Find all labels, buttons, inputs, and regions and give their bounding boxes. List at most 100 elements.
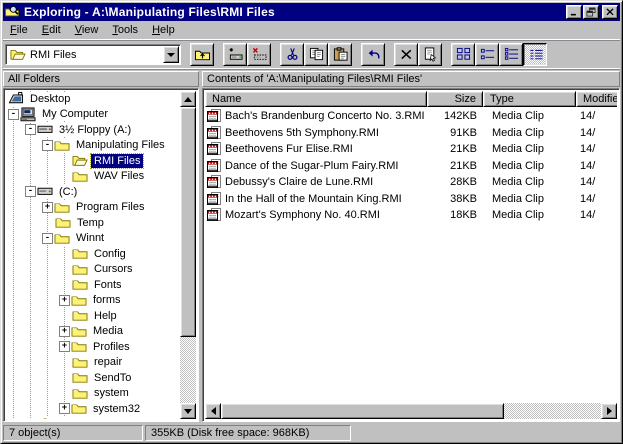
collapse-minus-icon[interactable]: - [8, 109, 19, 120]
view-list-button[interactable] [499, 43, 523, 66]
collapse-minus-icon[interactable]: - [42, 140, 53, 151]
map-network-drive-button[interactable] [223, 43, 247, 66]
file-row-bach-s-brandenburg-concerto-no-3-rmi[interactable]: Bach's Brandenburg Concerto No. 3.RMI142… [205, 108, 617, 125]
tree-item-label[interactable]: My Computer [39, 107, 111, 121]
list-horizontal-scrollbar[interactable] [205, 403, 617, 419]
tree-item-media[interactable]: + Media [6, 324, 180, 340]
tree-item-label[interactable]: Program Files [73, 200, 147, 214]
file-row-mozart-s-symphony-no-40-rmi[interactable]: Mozart's Symphony No. 40.RMI18KBMedia Cl… [205, 207, 617, 224]
tree-item-rmi-files[interactable]: RMI Files [6, 153, 180, 169]
tree-item-program-files[interactable]: +Program Files [6, 200, 180, 216]
file-name[interactable]: Dance of the Sugar-Plum Fairy.RMI [225, 160, 398, 172]
tree-item-label[interactable]: Manipulating Files [73, 138, 168, 152]
tree-item-manipulating-files[interactable]: - Manipulating Files [6, 138, 180, 154]
tree-item-c[interactable]: - (C:) [6, 184, 180, 200]
tree-item-label[interactable]: RMI Files [91, 154, 143, 168]
column-header-type[interactable]: Type [483, 91, 576, 107]
tree-item-winnt[interactable]: - Winnt [6, 231, 180, 247]
undo-button[interactable] [361, 43, 385, 66]
delete-button[interactable] [394, 43, 418, 66]
tree-item-3-floppy-a[interactable]: - 3½ Floppy (A:) [6, 122, 180, 138]
file-name-cell[interactable]: Bach's Brandenburg Concerto No. 3.RMI [205, 109, 427, 123]
menu-tools[interactable]: Tools [105, 22, 145, 38]
file-row-debussy-s-claire-de-lune-rmi[interactable]: Debussy's Claire de Lune.RMI28KBMedia Cl… [205, 174, 617, 191]
menu-file[interactable]: File [3, 22, 35, 38]
tree-item-label[interactable]: Profiles [90, 340, 133, 354]
tree-item-cursors[interactable]: Cursors [6, 262, 180, 278]
tree-item-desktop[interactable]: Desktop [6, 91, 180, 107]
scroll-down-button[interactable] [180, 403, 196, 419]
column-header-name[interactable]: Name [205, 91, 427, 107]
expand-plus-icon[interactable]: + [59, 295, 70, 306]
tree-item-label[interactable]: Help [91, 309, 120, 323]
tree-item-label[interactable]: 3½ Floppy (A:) [56, 123, 134, 137]
view-details-button[interactable] [523, 43, 547, 66]
tree-item-label[interactable]: Config [91, 247, 129, 261]
collapse-minus-icon[interactable]: - [42, 233, 53, 244]
tree-item-label[interactable]: repair [91, 355, 125, 369]
tree-item-label[interactable]: Winnt [73, 231, 107, 245]
minimize-button[interactable] [566, 5, 582, 19]
expand-plus-icon[interactable]: + [59, 341, 70, 352]
close-button[interactable] [602, 5, 618, 19]
tree-item-label[interactable]: Media [90, 324, 126, 338]
tree-item-label[interactable]: Temp [74, 216, 107, 230]
tree-item-my-computer[interactable]: - My Computer [6, 107, 180, 123]
file-name-cell[interactable]: Mozart's Symphony No. 40.RMI [205, 208, 427, 222]
file-name-cell[interactable]: Beethovens 5th Symphony.RMI [205, 126, 427, 140]
tree-item-help[interactable]: Help [6, 308, 180, 324]
tree-item-label[interactable]: (C:) [56, 185, 80, 199]
file-row-dance-of-the-sugar-plum-fairy-rmi[interactable]: Dance of the Sugar-Plum Fairy.RMI21KBMed… [205, 158, 617, 175]
disconnect-network-drive-button[interactable] [247, 43, 271, 66]
file-name-cell[interactable]: Debussy's Claire de Lune.RMI [205, 175, 427, 189]
file-name[interactable]: Bach's Brandenburg Concerto No. 3.RMI [225, 110, 425, 122]
column-header-size[interactable]: Size [427, 91, 483, 107]
tree-item-system32[interactable]: +system32 [6, 401, 180, 417]
scroll-left-button[interactable] [205, 403, 221, 419]
menu-edit[interactable]: Edit [35, 22, 68, 38]
combobox-dropdown-button[interactable] [163, 46, 179, 63]
restore-button[interactable] [583, 5, 599, 19]
tree-item-label[interactable]: SendTo [91, 371, 134, 385]
collapse-minus-icon[interactable]: - [25, 186, 36, 197]
tree-item-wav-files[interactable]: WAV Files [6, 169, 180, 185]
tree-item-fonts[interactable]: Fonts [6, 277, 180, 293]
file-name[interactable]: Beethovens 5th Symphony.RMI [225, 127, 379, 139]
tree-item-label[interactable]: Cursors [91, 262, 136, 276]
paste-button[interactable] [328, 43, 352, 66]
tree-item-system[interactable]: system [6, 386, 180, 402]
file-row-beethovens-5th-symphony-rmi[interactable]: Beethovens 5th Symphony.RMI91KBMedia Cli… [205, 125, 617, 142]
menu-view[interactable]: View [68, 22, 106, 38]
cut-button[interactable] [280, 43, 304, 66]
file-name-cell[interactable]: In the Hall of the Mountain King.RMI [205, 192, 427, 206]
tree-item-sendto[interactable]: SendTo [6, 370, 180, 386]
file-name[interactable]: Mozart's Symphony No. 40.RMI [225, 209, 380, 221]
tree-item-temp[interactable]: Temp [6, 215, 180, 231]
view-large-icons-button[interactable] [451, 43, 475, 66]
tree-item-config[interactable]: Config [6, 246, 180, 262]
scroll-right-button[interactable] [601, 403, 617, 419]
horizontal-scrollbar-thumb[interactable] [221, 403, 504, 419]
view-small-icons-button[interactable] [475, 43, 499, 66]
copy-button[interactable] [304, 43, 328, 66]
tree-vertical-scrollbar[interactable] [180, 91, 196, 419]
up-one-level-button[interactable] [190, 43, 214, 66]
tree-item-label[interactable]: (D:) [56, 417, 80, 419]
scroll-up-button[interactable] [180, 91, 196, 107]
menu-help[interactable]: Help [145, 22, 182, 38]
tree-item-repair[interactable]: repair [6, 355, 180, 371]
tree-item-label[interactable]: Fonts [91, 278, 125, 292]
file-row-in-the-hall-of-the-mountain-king-rmi[interactable]: In the Hall of the Mountain King.RMI38KB… [205, 191, 617, 208]
tree-item-label[interactable]: WAV Files [91, 169, 147, 183]
expand-plus-icon[interactable]: + [59, 326, 70, 337]
collapse-minus-icon[interactable]: - [25, 124, 36, 135]
file-name[interactable]: In the Hall of the Mountain King.RMI [225, 193, 402, 205]
tree-item-label[interactable]: forms [90, 293, 124, 307]
file-row-beethovens-fur-elise-rmi[interactable]: Beethovens Fur Elise.RMI21KBMedia Clip14… [205, 141, 617, 158]
address-combobox[interactable]: RMI Files [5, 44, 181, 65]
file-name-cell[interactable]: Beethovens Fur Elise.RMI [205, 142, 427, 156]
tree-item-d[interactable]: +(D:) [6, 417, 180, 420]
column-header-modified[interactable]: Modified [576, 91, 617, 107]
tree-item-profiles[interactable]: + Profiles [6, 339, 180, 355]
vertical-scrollbar-thumb[interactable] [180, 107, 196, 337]
